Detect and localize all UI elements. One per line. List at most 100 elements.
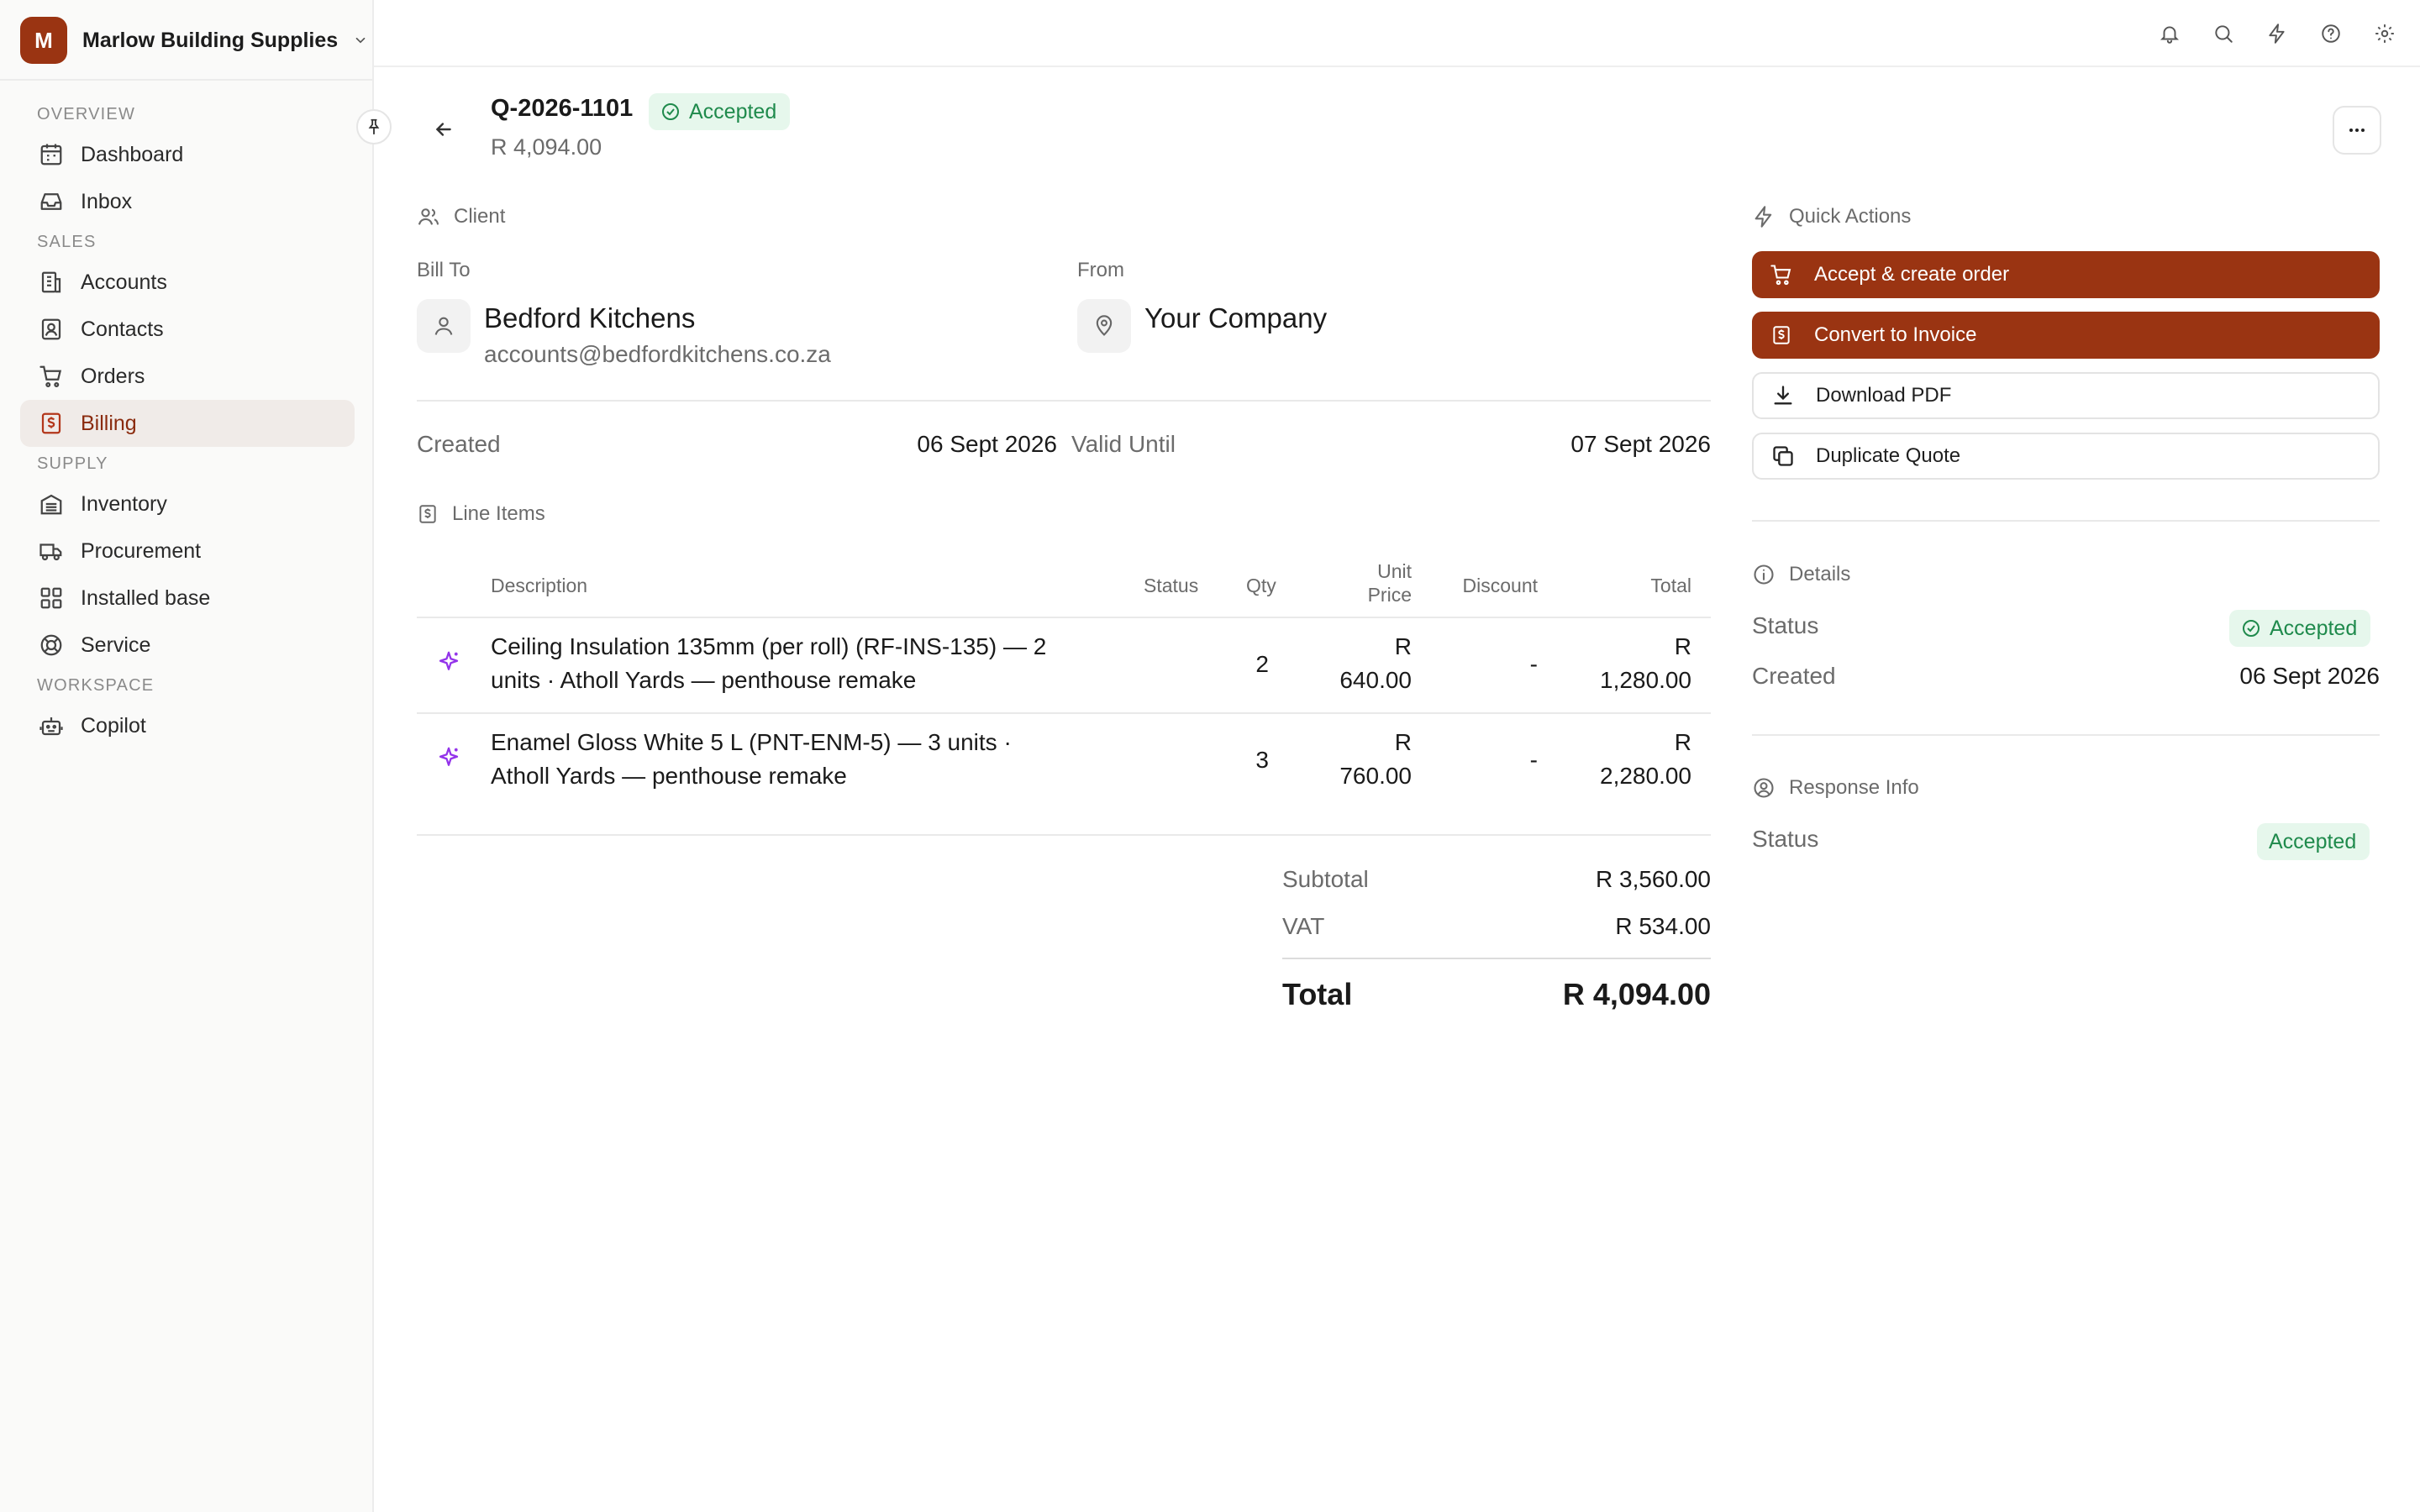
bolt-icon[interactable]	[2259, 15, 2296, 52]
sidebar-item-label: Inbox	[81, 189, 133, 213]
line-item-total: R 2,280.00	[1555, 726, 1691, 793]
response-status-badge: Accepted	[2257, 823, 2370, 860]
map-pin-icon	[1092, 314, 1116, 338]
client-section-heading: Client	[417, 205, 505, 228]
details-status-badge: Accepted	[2229, 610, 2371, 647]
line-item-description: Ceiling Insulation 135mm (per roll) (RF-…	[491, 630, 1096, 697]
more-actions-button[interactable]	[2333, 106, 2381, 155]
sidebar-item-inbox[interactable]: Inbox	[20, 178, 355, 225]
status-badge-label: Accepted	[689, 99, 777, 123]
sidebar-item-contacts[interactable]: Contacts	[20, 306, 355, 353]
sidebar-item-accounts[interactable]: Accounts	[20, 259, 355, 306]
duplicate-quote-button[interactable]: Duplicate Quote	[1752, 433, 2380, 480]
vat-value: R 534.00	[1615, 913, 1711, 939]
bill-to-email[interactable]: accounts@bedfordkitchens.co.za	[484, 341, 831, 368]
sidebar-item-label: Copilot	[81, 713, 146, 738]
sidebar-item-label: Inventory	[81, 491, 167, 516]
sidebar-item-orders[interactable]: Orders	[20, 353, 355, 400]
bell-icon[interactable]	[2151, 15, 2188, 52]
grid-icon	[37, 584, 66, 612]
line-item-qty: 3	[1255, 747, 1269, 773]
button-label: Download PDF	[1816, 384, 1952, 407]
bill-to-name: Bedford Kitchens	[484, 302, 696, 333]
details-status-value: Accepted	[2270, 616, 2358, 640]
sidebar-item-label: Service	[81, 633, 151, 657]
sidebar-item-dashboard[interactable]: Dashboard	[20, 131, 355, 178]
line-item-unit-price-line1: R	[1394, 633, 1412, 659]
sidebar-item-label: Procurement	[81, 538, 202, 563]
line-item-description-line1: Ceiling Insulation 135mm (per roll) (RF-…	[491, 633, 1047, 659]
line-item-unit-price: R 760.00	[1294, 726, 1412, 793]
more-horizontal-icon	[2347, 120, 2367, 140]
quick-actions-title: Quick Actions	[1789, 205, 1912, 228]
total-label: Total	[1282, 977, 1353, 1011]
workspace-name: Marlow Building Supplies	[82, 28, 339, 52]
response-status-value: Accepted	[2269, 829, 2357, 853]
pin-icon	[365, 118, 383, 136]
column-header-total: Total	[1650, 575, 1691, 596]
line-item-unit-price-line2: 760.00	[1339, 763, 1412, 789]
line-item-total-line1: R	[1674, 729, 1691, 755]
sparkle-icon	[432, 645, 466, 679]
column-header-qty: Qty	[1246, 575, 1276, 596]
from-name: Your Company	[1144, 302, 1328, 333]
accept-create-order-button[interactable]: Accept & create order	[1752, 251, 2380, 298]
cart-icon	[1769, 262, 1794, 287]
column-header-unit-price-line2: Price	[1367, 584, 1412, 606]
column-header-discount: Discount	[1462, 575, 1538, 596]
chevron-down-icon	[353, 33, 368, 48]
settings-icon[interactable]	[2366, 15, 2403, 52]
sidebar-item-procurement[interactable]: Procurement	[20, 528, 355, 575]
lifebuoy-icon	[37, 631, 66, 659]
back-button[interactable]	[424, 109, 464, 150]
response-status-label: Status	[1752, 826, 1819, 852]
pin-sidebar-button[interactable]	[356, 109, 392, 144]
details-created-value: 06 Sept 2026	[2239, 663, 2380, 689]
sidebar-item-copilot[interactable]: Copilot	[20, 702, 355, 749]
help-icon[interactable]	[2312, 15, 2349, 52]
sidebar-item-billing[interactable]: Billing	[20, 400, 355, 447]
button-label: Convert to Invoice	[1814, 323, 1977, 346]
line-item-total-line2: 1,280.00	[1600, 667, 1691, 693]
line-item-unit-price-line1: R	[1394, 729, 1412, 755]
billing-icon	[37, 409, 66, 438]
bolt-icon	[1752, 205, 1776, 228]
button-label: Accept & create order	[1814, 263, 2010, 286]
receipt-icon	[417, 503, 439, 525]
bill-to-label: Bill To	[417, 259, 471, 281]
cart-icon	[37, 362, 66, 391]
search-icon[interactable]	[2205, 15, 2242, 52]
top-bar	[374, 0, 2420, 67]
line-item-description-line1: Enamel Gloss White 5 L (PNT-ENM-5) — 3 u…	[491, 729, 1012, 755]
sidebar-item-installed-base[interactable]: Installed base	[20, 575, 355, 622]
created-label: Created	[417, 431, 501, 457]
sidebar-item-inventory[interactable]: Inventory	[20, 480, 355, 528]
valid-until-label: Valid Until	[1071, 431, 1176, 457]
sparkle-icon	[432, 741, 466, 774]
line-item-total: R 1,280.00	[1555, 630, 1691, 697]
details-heading: Details	[1752, 563, 1850, 586]
user-circle-icon	[1752, 776, 1776, 800]
check-circle-icon	[660, 102, 681, 122]
line-item-description-line2: Atholl Yards — penthouse remake	[491, 763, 847, 789]
nav-section-overview: OVERVIEW	[37, 105, 136, 123]
line-item-description-line2: units · Atholl Yards — penthouse remake	[491, 667, 917, 693]
line-item-discount: -	[1529, 651, 1538, 677]
workspace-switcher[interactable]: M Marlow Building Supplies	[20, 17, 373, 64]
convert-to-invoice-button[interactable]: Convert to Invoice	[1752, 312, 2380, 359]
line-item-total-line2: 2,280.00	[1600, 763, 1691, 789]
line-item-description: Enamel Gloss White 5 L (PNT-ENM-5) — 3 u…	[491, 726, 1096, 793]
divider	[417, 834, 1711, 836]
subtotal-value: R 3,560.00	[1596, 866, 1711, 892]
line-item-qty: 2	[1255, 651, 1269, 677]
sidebar-item-label: Installed base	[81, 585, 211, 610]
copy-icon	[1770, 444, 1796, 469]
download-pdf-button[interactable]: Download PDF	[1752, 372, 2380, 419]
status-badge: Accepted	[649, 93, 791, 130]
warehouse-icon	[37, 490, 66, 518]
divider	[417, 400, 1711, 402]
sidebar-item-service[interactable]: Service	[20, 622, 355, 669]
bill-to-avatar	[417, 299, 471, 353]
nav-section-sales: SALES	[37, 233, 97, 251]
check-circle-icon	[2241, 618, 2261, 638]
